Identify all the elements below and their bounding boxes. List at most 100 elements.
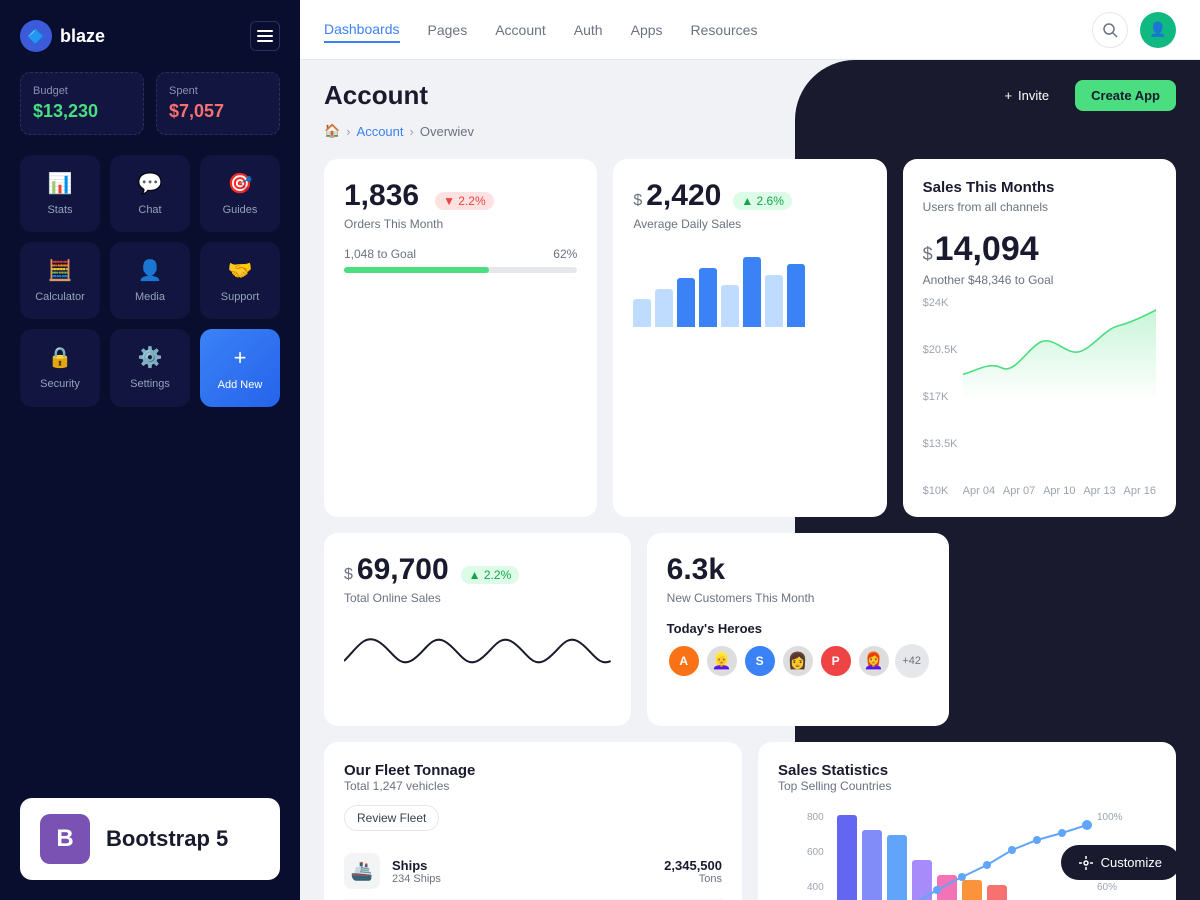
media-icon: 👤 [138,258,163,283]
customize-icon [1079,856,1093,870]
sidebar-item-guides-label: Guides [223,204,258,216]
topnav-apps[interactable]: Apps [631,18,663,42]
sidebar-item-add-new[interactable]: + Add New [200,329,280,407]
topnav-pages[interactable]: Pages [428,18,468,42]
sidebar-item-calculator-label: Calculator [35,291,85,303]
bar-4 [699,268,717,328]
breadcrumb-account[interactable]: Account [357,124,404,139]
heroes-avatars: A 👱‍♀️ S 👩 P 👩‍🦰 +42 [667,644,929,678]
daily-sales-label: Average Daily Sales [633,217,866,231]
svg-text:600: 600 [807,847,824,858]
date-apr04: Apr 04 [963,485,995,497]
svg-text:60%: 60% [1097,882,1117,893]
topnav-resources[interactable]: Resources [691,18,758,42]
ships-value: 2,345,500 Tons [664,858,722,885]
bar-7 [765,275,783,328]
bar-2 [655,289,673,328]
bootstrap-icon: B [40,814,90,864]
heroes-label: Today's Heroes [667,621,929,636]
sidebar-item-security-label: Security [40,378,80,390]
sales-stats-sub: Top Selling Countries [778,779,1156,793]
topnav-auth[interactable]: Auth [574,18,603,42]
security-icon: 🔒 [48,345,73,370]
svg-text:400: 400 [807,882,824,893]
bar-3 [677,278,695,327]
budget-card: Budget $13,230 [20,72,144,135]
logo-icon: 🔷 [20,20,52,52]
sidebar-item-media[interactable]: 👤 Media [110,242,190,319]
wave-chart [344,621,611,701]
orders-progress-row: 1,048 to Goal 62% [344,247,577,261]
customize-button[interactable]: Customize [1061,845,1180,880]
plus-icon: + [1004,88,1012,103]
sidebar-item-settings[interactable]: ⚙️ Settings [110,329,190,407]
sales-stats-title: Sales Statistics [778,762,1156,779]
hero-avatar-5: P [819,644,853,678]
budget-row: Budget $13,230 Spent $7,057 [20,72,280,135]
sidebar-item-chat[interactable]: 💬 Chat [110,155,190,232]
breadcrumb-home-icon[interactable]: 🏠 [324,123,340,139]
chart-y-labels: $24K $20.5K $17K $13.5K $10K [923,297,958,497]
online-sales-label: Total Online Sales [344,591,611,605]
new-customers-number: 6.3k [667,553,725,587]
orders-number: 1,836 [344,179,419,213]
nav-grid: 📊 Stats 💬 Chat 🎯 Guides 🧮 Calculator 👤 M… [20,155,280,407]
fleet-row-ships: 🚢 Ships 234 Ships 2,345,500 Tons [344,843,722,900]
page-header: Account + Invite Create App [324,80,1176,111]
chart-label-24k: $24K [923,297,958,309]
search-button[interactable] [1092,12,1128,48]
bootstrap-badge: B Bootstrap 5 [20,798,280,880]
sales-note: Another $48,346 to Goal [923,273,1156,287]
sidebar-menu-icon[interactable] [250,21,280,51]
ships-icon: 🚢 [344,853,380,889]
new-customers-label: New Customers This Month [667,591,929,605]
ships-unit: Tons [664,873,722,885]
settings-icon: ⚙️ [138,345,163,370]
hero-avatar-1: A [667,644,701,678]
topnav-account[interactable]: Account [495,18,546,42]
sidebar-item-calculator[interactable]: 🧮 Calculator [20,242,100,319]
user-avatar[interactable]: 👤 [1140,12,1176,48]
bootstrap-text: Bootstrap 5 [106,826,228,852]
svg-text:100%: 100% [1097,812,1123,823]
sidebar-item-stats[interactable]: 📊 Stats [20,155,100,232]
budget-label: Budget [33,85,131,97]
page-title: Account [324,80,428,111]
daily-sales-chart [633,247,866,327]
sidebar-item-support[interactable]: 🤝 Support [200,242,280,319]
sidebar-item-support-label: Support [221,291,260,303]
header-actions: + Invite Create App [988,80,1176,111]
logo-text: blaze [60,26,105,47]
bottom-row: Our Fleet Tonnage Total 1,247 vehicles R… [324,742,1176,900]
daily-sales-number: 2,420 [646,179,721,213]
date-apr16: Apr 16 [1124,485,1156,497]
fleet-info-ships: Ships 234 Ships [392,858,664,885]
review-fleet-button[interactable]: Review Fleet [344,805,439,831]
sidebar-item-security[interactable]: 🔒 Security [20,329,100,407]
stats-icon: 📊 [48,171,73,196]
line-chart-svg [963,297,1156,400]
invite-button[interactable]: + Invite [988,80,1065,111]
topnav-dashboards[interactable]: Dashboards [324,17,400,43]
add-new-icon: + [234,345,247,371]
daily-sales-currency: $ [633,192,642,210]
sidebar-item-media-label: Media [135,291,165,303]
date-apr07: Apr 07 [1003,485,1035,497]
topnav: Dashboards Pages Account Auth Apps Resou… [300,0,1200,60]
chart-x-labels: Apr 04 Apr 07 Apr 10 Apr 13 Apr 16 [963,485,1156,497]
bar-5 [721,285,739,327]
spent-value: $7,057 [169,101,267,122]
orders-goal-text: 1,048 to Goal [344,247,416,261]
create-app-button[interactable]: Create App [1075,80,1176,111]
sidebar-header: 🔷 blaze [20,20,280,52]
sidebar-item-guides[interactable]: 🎯 Guides [200,155,280,232]
breadcrumb: 🏠 › Account › Overwiev [324,123,1176,139]
fleet-sub: Total 1,247 vehicles [344,779,722,793]
main-content: Dashboards Pages Account Auth Apps Resou… [300,0,1200,900]
orders-badge: ▼ 2.2% [435,192,494,210]
bar-8 [787,264,805,327]
stats-grid: 1,836 ▼ 2.2% Orders This Month 1,048 to … [324,159,1176,517]
sales-month-sub: Users from all channels [923,200,1156,214]
daily-sales-card: $ 2,420 ▲ 2.6% Average Daily Sales [613,159,886,517]
sidebar-item-stats-label: Stats [47,204,72,216]
